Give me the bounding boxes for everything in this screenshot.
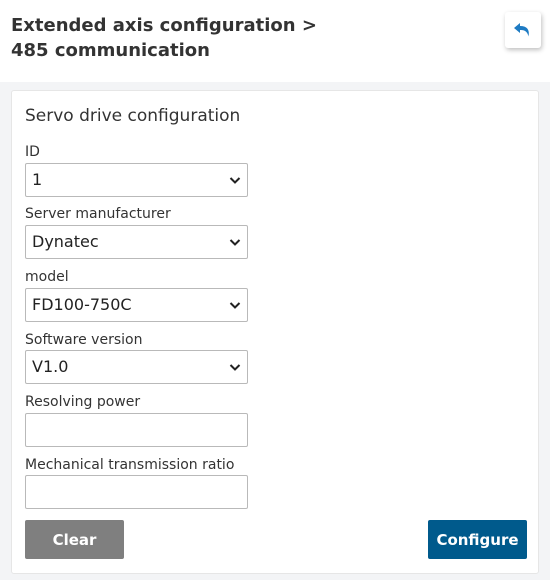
clear-button[interactable]: Clear — [25, 520, 124, 559]
page-title: Extended axis configuration > 485 commun… — [11, 13, 341, 63]
server-manufacturer-label: Server manufacturer — [25, 206, 171, 222]
configure-button[interactable]: Configure — [428, 520, 527, 559]
chevron-down-icon — [229, 177, 241, 184]
back-arrow-icon — [514, 23, 529, 37]
software-version-select-value: V1.0 — [32, 357, 69, 376]
model-select[interactable]: FD100-750C — [25, 288, 248, 322]
id-select-value: 1 — [32, 170, 43, 189]
software-version-label: Software version — [25, 332, 143, 348]
id-select[interactable]: 1 — [25, 163, 248, 197]
servo-drive-configuration-card: Servo drive configuration ID 1 Server ma… — [11, 90, 539, 574]
chevron-down-icon — [229, 302, 241, 309]
software-version-select[interactable]: V1.0 — [25, 350, 248, 384]
back-button[interactable] — [505, 12, 541, 48]
mechanical-transmission-ratio-input[interactable] — [25, 475, 248, 509]
card-title: Servo drive configuration — [25, 106, 241, 126]
chevron-down-icon — [229, 239, 241, 246]
server-manufacturer-select[interactable]: Dynatec — [25, 225, 248, 259]
page-header: Extended axis configuration > 485 commun… — [0, 0, 550, 82]
resolving-power-label: Resolving power — [25, 394, 141, 410]
id-label: ID — [25, 144, 40, 160]
chevron-down-icon — [229, 364, 241, 371]
mechanical-transmission-ratio-label: Mechanical transmission ratio — [25, 457, 235, 473]
page-title-line-2: 485 communication — [11, 40, 210, 61]
model-label: model — [25, 269, 69, 285]
server-manufacturer-select-value: Dynatec — [32, 232, 99, 251]
model-select-value: FD100-750C — [32, 295, 132, 314]
page-title-line-1: Extended axis configuration > — [11, 15, 317, 36]
resolving-power-input[interactable] — [25, 413, 248, 447]
